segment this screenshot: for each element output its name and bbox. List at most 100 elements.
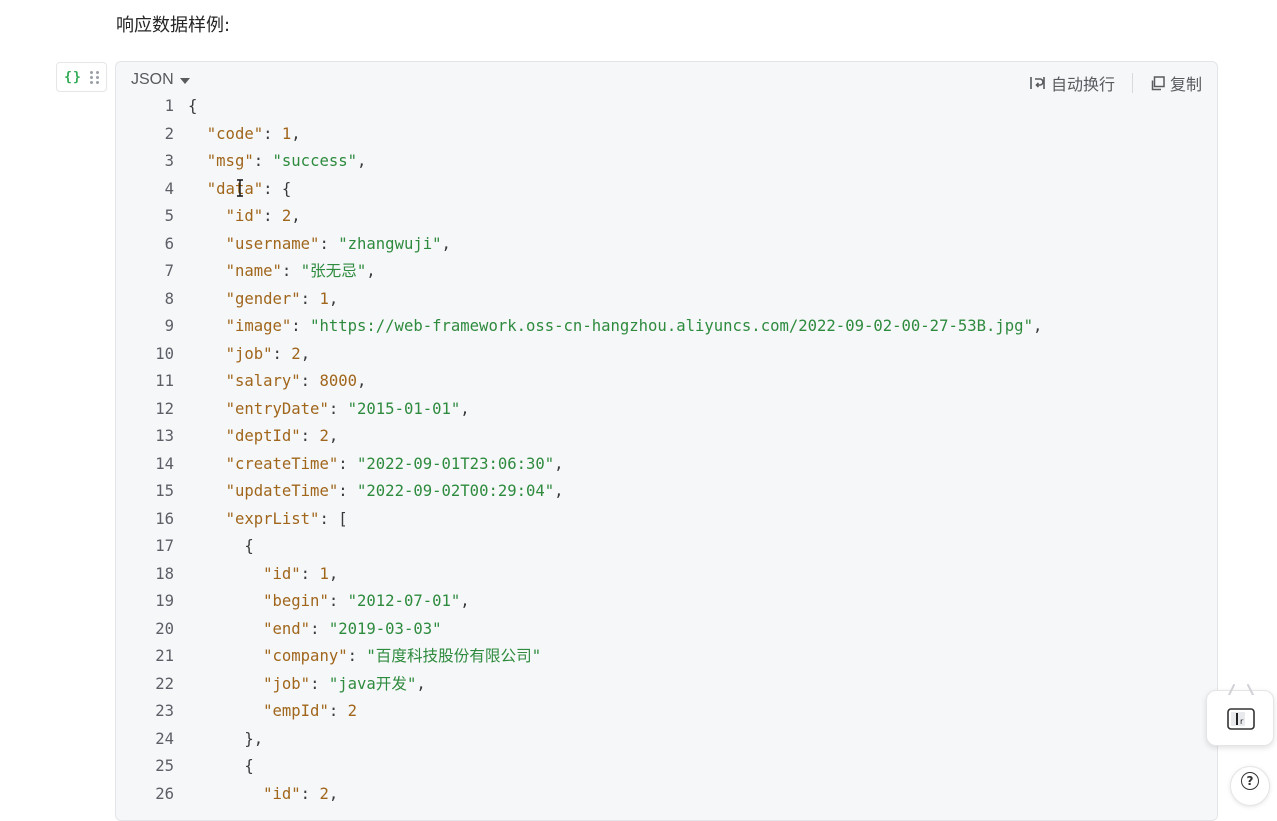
line-number: 26 bbox=[155, 784, 174, 803]
code-line: 16 "exprList": [ bbox=[116, 506, 1217, 534]
json-punct: : bbox=[338, 454, 358, 473]
line-number: 25 bbox=[155, 757, 174, 775]
bilibili-tv-icon: r bbox=[1227, 708, 1255, 730]
code-block: JSON 自动换行 复制 1{ 2 "code": 1, 3 "msg": "suc… bbox=[115, 61, 1218, 821]
json-key: "gender" bbox=[225, 289, 301, 308]
language-selector[interactable]: JSON bbox=[131, 71, 190, 89]
code-line: 26 "id": 2, bbox=[116, 781, 1217, 809]
json-punct: : bbox=[328, 702, 348, 720]
json-punct: : bbox=[291, 317, 311, 335]
code-line: 21 "company": "百度科技股份有限公司" bbox=[116, 643, 1217, 671]
json-punct: : bbox=[253, 152, 273, 170]
json-punct bbox=[188, 152, 207, 170]
code-line: 1{ bbox=[116, 93, 1217, 121]
json-punct bbox=[188, 785, 263, 803]
drag-handle-icon[interactable] bbox=[89, 70, 99, 84]
code-line: 13 "deptId": 2, bbox=[116, 423, 1217, 451]
json-punct: : bbox=[328, 399, 348, 418]
json-key: "createTime" bbox=[225, 454, 339, 473]
line-content: "id": 2, bbox=[188, 203, 301, 231]
json-punct: : bbox=[263, 207, 282, 225]
code-line: 17 { bbox=[116, 533, 1217, 561]
line-content: "updateTime": "2022-09-02T00:29:04", bbox=[188, 478, 564, 506]
code-content[interactable]: 1{2 "code": 1, 3 "msg": "success", 4 "data… bbox=[116, 93, 1217, 808]
code-line: 12 "entryDate": "2015-01-01", bbox=[116, 396, 1217, 424]
json-punct: : bbox=[281, 262, 301, 280]
code-line: 9 "image": "https://web-framework.oss-cn… bbox=[116, 313, 1217, 341]
line-number: 12 bbox=[155, 399, 174, 418]
line-content: "begin": "2012-07-01", bbox=[188, 588, 470, 616]
json-punct: , bbox=[328, 784, 339, 803]
json-string: "https://web-framework.oss-cn-hangzhou.a… bbox=[310, 317, 1033, 335]
line-content: "createTime": "2022-09-01T23:06:30", bbox=[188, 451, 564, 479]
json-punct bbox=[188, 427, 226, 445]
line-content: "salary": 8000, bbox=[188, 368, 367, 396]
code-line: 3 "msg": "success", bbox=[116, 148, 1217, 176]
json-string: "zhangwuji" bbox=[338, 234, 442, 253]
json-punct: : [ bbox=[319, 509, 348, 528]
copy-button[interactable]: 复制 bbox=[1150, 71, 1202, 95]
json-punct: , bbox=[416, 674, 426, 693]
json-punct bbox=[188, 317, 226, 335]
json-key: "empId" bbox=[263, 702, 329, 720]
code-line: 19 "begin": "2012-07-01", bbox=[116, 588, 1217, 616]
help-button[interactable]: ? bbox=[1230, 766, 1270, 806]
line-content: "username": "zhangwuji", bbox=[188, 231, 451, 259]
json-punct bbox=[188, 647, 263, 665]
json-punct: : bbox=[263, 124, 282, 143]
json-key: "exprList" bbox=[225, 509, 320, 528]
json-string: "2015-01-01" bbox=[347, 399, 461, 418]
code-block-handle[interactable]: {} bbox=[56, 62, 107, 92]
line-number: 9 bbox=[164, 317, 174, 335]
json-number: 2 bbox=[319, 427, 329, 445]
json-number: 8000 bbox=[319, 372, 358, 390]
line-number: 6 bbox=[164, 234, 174, 253]
line-number: 8 bbox=[164, 289, 174, 308]
line-number: 5 bbox=[164, 207, 174, 225]
json-punct bbox=[188, 180, 207, 198]
json-punct: , bbox=[328, 564, 339, 583]
code-line: 8 "gender": 1, bbox=[116, 286, 1217, 314]
json-punct: : bbox=[300, 289, 320, 308]
json-punct: { bbox=[188, 537, 254, 555]
json-punct: : bbox=[310, 674, 329, 693]
json-string: "2022-09-01T23:06:30" bbox=[357, 454, 555, 473]
json-punct: : bbox=[300, 427, 320, 445]
json-punct: , bbox=[460, 592, 470, 610]
json-punct: : bbox=[272, 344, 292, 363]
json-punct bbox=[188, 262, 226, 280]
json-punct bbox=[188, 372, 226, 390]
line-content: "entryDate": "2015-01-01", bbox=[188, 396, 470, 424]
json-punct bbox=[188, 510, 226, 528]
bilibili-float-widget[interactable]: r bbox=[1206, 684, 1274, 746]
word-wrap-label: 自动换行 bbox=[1050, 75, 1115, 94]
json-key: "job" bbox=[225, 344, 273, 363]
line-content: "image": "https://web-framework.oss-cn-h… bbox=[188, 313, 1043, 341]
line-content: "empId": 2 bbox=[188, 698, 357, 726]
line-number: 17 bbox=[155, 537, 174, 555]
line-number: 7 bbox=[164, 262, 174, 280]
word-wrap-button[interactable]: 自动换行 bbox=[1029, 71, 1115, 95]
line-content: { bbox=[188, 753, 253, 781]
line-content: "gender": 1, bbox=[188, 286, 339, 314]
json-key: "name" bbox=[225, 262, 282, 280]
line-number: 24 bbox=[155, 729, 174, 748]
json-punct: : bbox=[328, 592, 348, 610]
line-number: 21 bbox=[155, 647, 174, 665]
json-punct bbox=[188, 620, 263, 638]
line-content: "id": 1, bbox=[188, 561, 338, 589]
line-number: 10 bbox=[155, 344, 174, 363]
json-punct bbox=[188, 455, 226, 473]
line-number: 13 bbox=[155, 427, 174, 445]
line-content: { bbox=[188, 93, 197, 121]
json-key: "company" bbox=[263, 647, 348, 665]
json-punct: , bbox=[300, 344, 311, 363]
json-punct bbox=[188, 207, 226, 225]
json-key: "image" bbox=[225, 317, 292, 335]
line-number: 11 bbox=[155, 372, 174, 390]
line-number: 15 bbox=[155, 482, 174, 500]
code-line: 11 "salary": 8000, bbox=[116, 368, 1217, 396]
line-content: "code": 1, bbox=[188, 121, 301, 149]
line-content: "id": 2, bbox=[188, 781, 338, 809]
line-number: 3 bbox=[164, 152, 174, 170]
